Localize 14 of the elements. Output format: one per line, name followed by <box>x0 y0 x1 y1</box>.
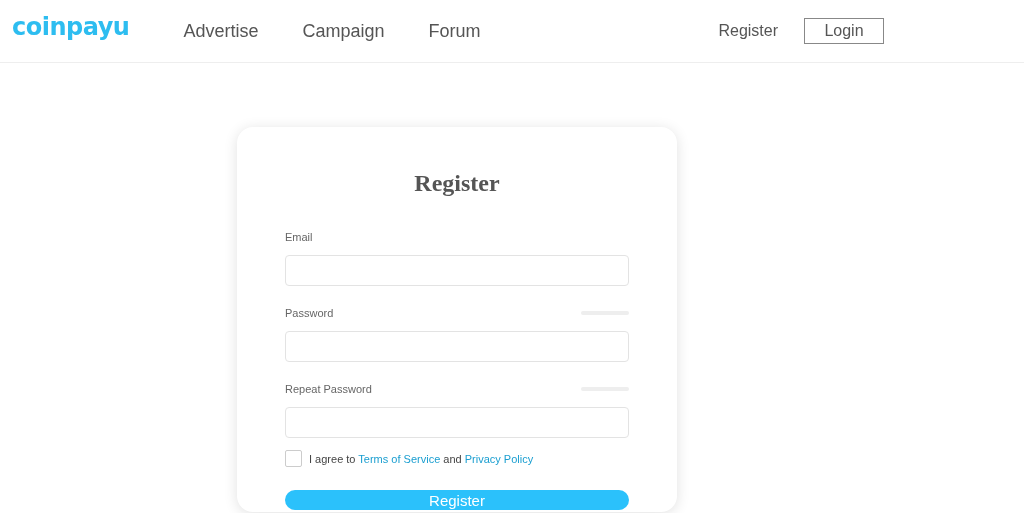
form-title: Register <box>413 170 501 197</box>
login-button[interactable]: Login <box>804 18 884 44</box>
input-field[interactable] <box>285 331 629 362</box>
checkbox[interactable] <box>285 450 302 467</box>
register-link[interactable]: Register <box>718 22 778 40</box>
input-field[interactable] <box>285 255 629 286</box>
agreement-text: I agree to Terms of Service and Privacy Policy <box>309 452 534 465</box>
field-label: Repeat Password <box>285 383 372 395</box>
nav-link[interactable]: Forum <box>428 20 481 42</box>
field-label: Password <box>285 307 334 319</box>
nav-link[interactable]: Advertise <box>183 20 259 42</box>
field-label: Email <box>285 231 313 243</box>
input-field[interactable] <box>285 407 629 438</box>
nav-link[interactable]: Campaign <box>302 20 385 42</box>
